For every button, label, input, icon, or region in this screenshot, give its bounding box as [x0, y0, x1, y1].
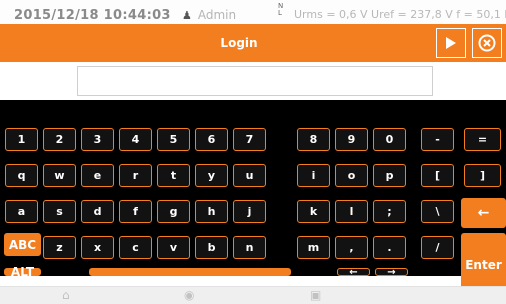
- key-comma[interactable]: ,: [335, 236, 368, 259]
- key-s[interactable]: s: [43, 200, 76, 223]
- key-j[interactable]: j: [233, 200, 266, 223]
- backspace-key[interactable]: ←: [461, 198, 506, 228]
- play-icon: [446, 37, 456, 49]
- key-i[interactable]: i: [297, 164, 330, 187]
- key-p[interactable]: p: [373, 164, 406, 187]
- measure-icon[interactable]: ◉: [184, 289, 194, 301]
- key-y[interactable]: y: [195, 164, 228, 187]
- space-key[interactable]: [89, 268, 291, 276]
- key-slash[interactable]: /: [421, 236, 454, 259]
- dialog-title: Login: [220, 36, 258, 50]
- key-l[interactable]: l: [335, 200, 368, 223]
- key-semicolon[interactable]: ;: [373, 200, 406, 223]
- key-9[interactable]: 9: [335, 128, 368, 151]
- key-1[interactable]: 1: [5, 128, 38, 151]
- key-minus[interactable]: -: [421, 128, 454, 151]
- key-u[interactable]: u: [233, 164, 266, 187]
- key-c[interactable]: c: [119, 236, 152, 259]
- key-3[interactable]: 3: [81, 128, 114, 151]
- phase-indicator: N L: [278, 2, 284, 17]
- bottom-nav: ⌂ ◉ ▣: [0, 286, 506, 304]
- key-r[interactable]: r: [119, 164, 152, 187]
- key-v[interactable]: v: [157, 236, 190, 259]
- key-left-bracket[interactable]: [: [421, 164, 454, 187]
- arrow-right-key[interactable]: →: [375, 267, 408, 278]
- alt-key[interactable]: ALT: [4, 265, 41, 279]
- key-7[interactable]: 7: [233, 128, 266, 151]
- key-b[interactable]: b: [195, 236, 228, 259]
- abc-key[interactable]: ABC: [4, 233, 41, 256]
- login-input[interactable]: [77, 66, 433, 96]
- key-q[interactable]: q: [5, 164, 38, 187]
- key-4[interactable]: 4: [119, 128, 152, 151]
- key-6[interactable]: 6: [195, 128, 228, 151]
- status-bar: 2015/12/18 10:44:03 ♟ Admin N L Urms = 0,…: [0, 0, 506, 24]
- key-a[interactable]: a: [5, 200, 38, 223]
- key-w[interactable]: w: [43, 164, 76, 187]
- key-g[interactable]: g: [157, 200, 190, 223]
- key-k[interactable]: k: [297, 200, 330, 223]
- dialog-titlebar: Login: [0, 24, 506, 62]
- key-equals[interactable]: =: [464, 128, 501, 151]
- key-8[interactable]: 8: [297, 128, 330, 151]
- status-user-name: Admin: [197, 8, 237, 22]
- key-z[interactable]: z: [43, 236, 76, 259]
- key-t[interactable]: t: [157, 164, 190, 187]
- arrow-left-key[interactable]: ←: [337, 267, 370, 278]
- status-measurements: Urms = 0,6 V Uref = 237,8 V f = 50,1 Hz: [294, 8, 506, 21]
- play-button[interactable]: [436, 28, 466, 58]
- close-circle-icon: [478, 34, 496, 52]
- key-2[interactable]: 2: [43, 128, 76, 151]
- key-h[interactable]: h: [195, 200, 228, 223]
- login-dialog: Login 1 2 3 4 5 6 7 8 9 0 - = q w e r t …: [0, 24, 506, 296]
- home-icon[interactable]: ⌂: [62, 289, 70, 301]
- key-5[interactable]: 5: [157, 128, 190, 151]
- close-button[interactable]: [472, 28, 502, 58]
- input-area: [0, 62, 506, 100]
- status-datetime: 2015/12/18 10:44:03: [14, 8, 171, 23]
- status-user: ♟ Admin: [182, 8, 236, 22]
- user-icon: ♟: [182, 9, 192, 22]
- key-0[interactable]: 0: [373, 128, 406, 151]
- on-screen-keyboard: 1 2 3 4 5 6 7 8 9 0 - = q w e r t y u i …: [0, 100, 506, 296]
- key-d[interactable]: d: [81, 200, 114, 223]
- key-e[interactable]: e: [81, 164, 114, 187]
- key-f[interactable]: f: [119, 200, 152, 223]
- key-right-bracket[interactable]: ]: [464, 164, 501, 187]
- key-period[interactable]: .: [373, 236, 406, 259]
- key-o[interactable]: o: [335, 164, 368, 187]
- key-n[interactable]: n: [233, 236, 266, 259]
- key-backslash[interactable]: \: [421, 200, 454, 223]
- save-icon[interactable]: ▣: [310, 289, 321, 301]
- key-m[interactable]: m: [297, 236, 330, 259]
- key-x[interactable]: x: [81, 236, 114, 259]
